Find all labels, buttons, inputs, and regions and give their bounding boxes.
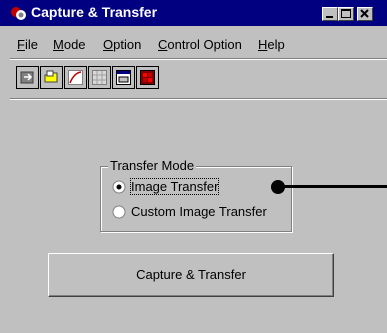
capture-transfer-button[interactable]: Capture & Transfer — [48, 253, 334, 297]
callout-dot — [271, 180, 285, 194]
toolbar-curve-button[interactable] — [64, 66, 87, 89]
menu-mode[interactable]: Mode — [53, 37, 86, 52]
toolbar-window-button[interactable] — [112, 66, 135, 89]
toolbar-separator — [10, 98, 387, 100]
export-icon — [20, 71, 34, 84]
radio-unselected-icon — [112, 205, 126, 219]
radio-custom-image-transfer-label: Custom Image Transfer — [131, 204, 267, 219]
callout-line — [279, 185, 387, 188]
toolbar-open-button[interactable] — [40, 66, 63, 89]
menu-separator — [10, 58, 387, 60]
window-title: Capture & Transfer — [31, 4, 158, 20]
minimize-button[interactable] — [322, 7, 338, 21]
close-icon — [360, 9, 369, 18]
toolbar-palette-button[interactable] — [136, 66, 159, 89]
grid-icon — [92, 70, 107, 85]
transfer-mode-group — [100, 166, 292, 232]
curve-icon — [68, 70, 83, 85]
window-icon — [116, 70, 131, 85]
open-folder-icon — [44, 70, 58, 83]
minimize-icon — [326, 16, 333, 18]
capture-app-icon — [10, 5, 27, 22]
menu-control-option[interactable]: Control Option — [158, 37, 242, 52]
transfer-mode-label: Transfer Mode — [108, 158, 197, 173]
close-button[interactable] — [357, 7, 373, 21]
menu-bar: File Mode Option Control Option Help — [0, 34, 387, 56]
title-bar[interactable]: Capture & Transfer — [0, 0, 387, 26]
radio-selected-icon — [112, 180, 126, 194]
toolbar-export-button[interactable] — [16, 66, 39, 89]
toolbar-grid-button[interactable] — [88, 66, 111, 89]
menu-help[interactable]: Help — [258, 37, 285, 52]
maximize-icon — [341, 9, 351, 18]
maximize-button[interactable] — [338, 7, 354, 21]
radio-image-transfer-label: Image Transfer — [129, 178, 220, 195]
palette-icon — [140, 70, 155, 85]
menu-file[interactable]: File — [17, 37, 38, 52]
menu-option[interactable]: Option — [103, 37, 141, 52]
